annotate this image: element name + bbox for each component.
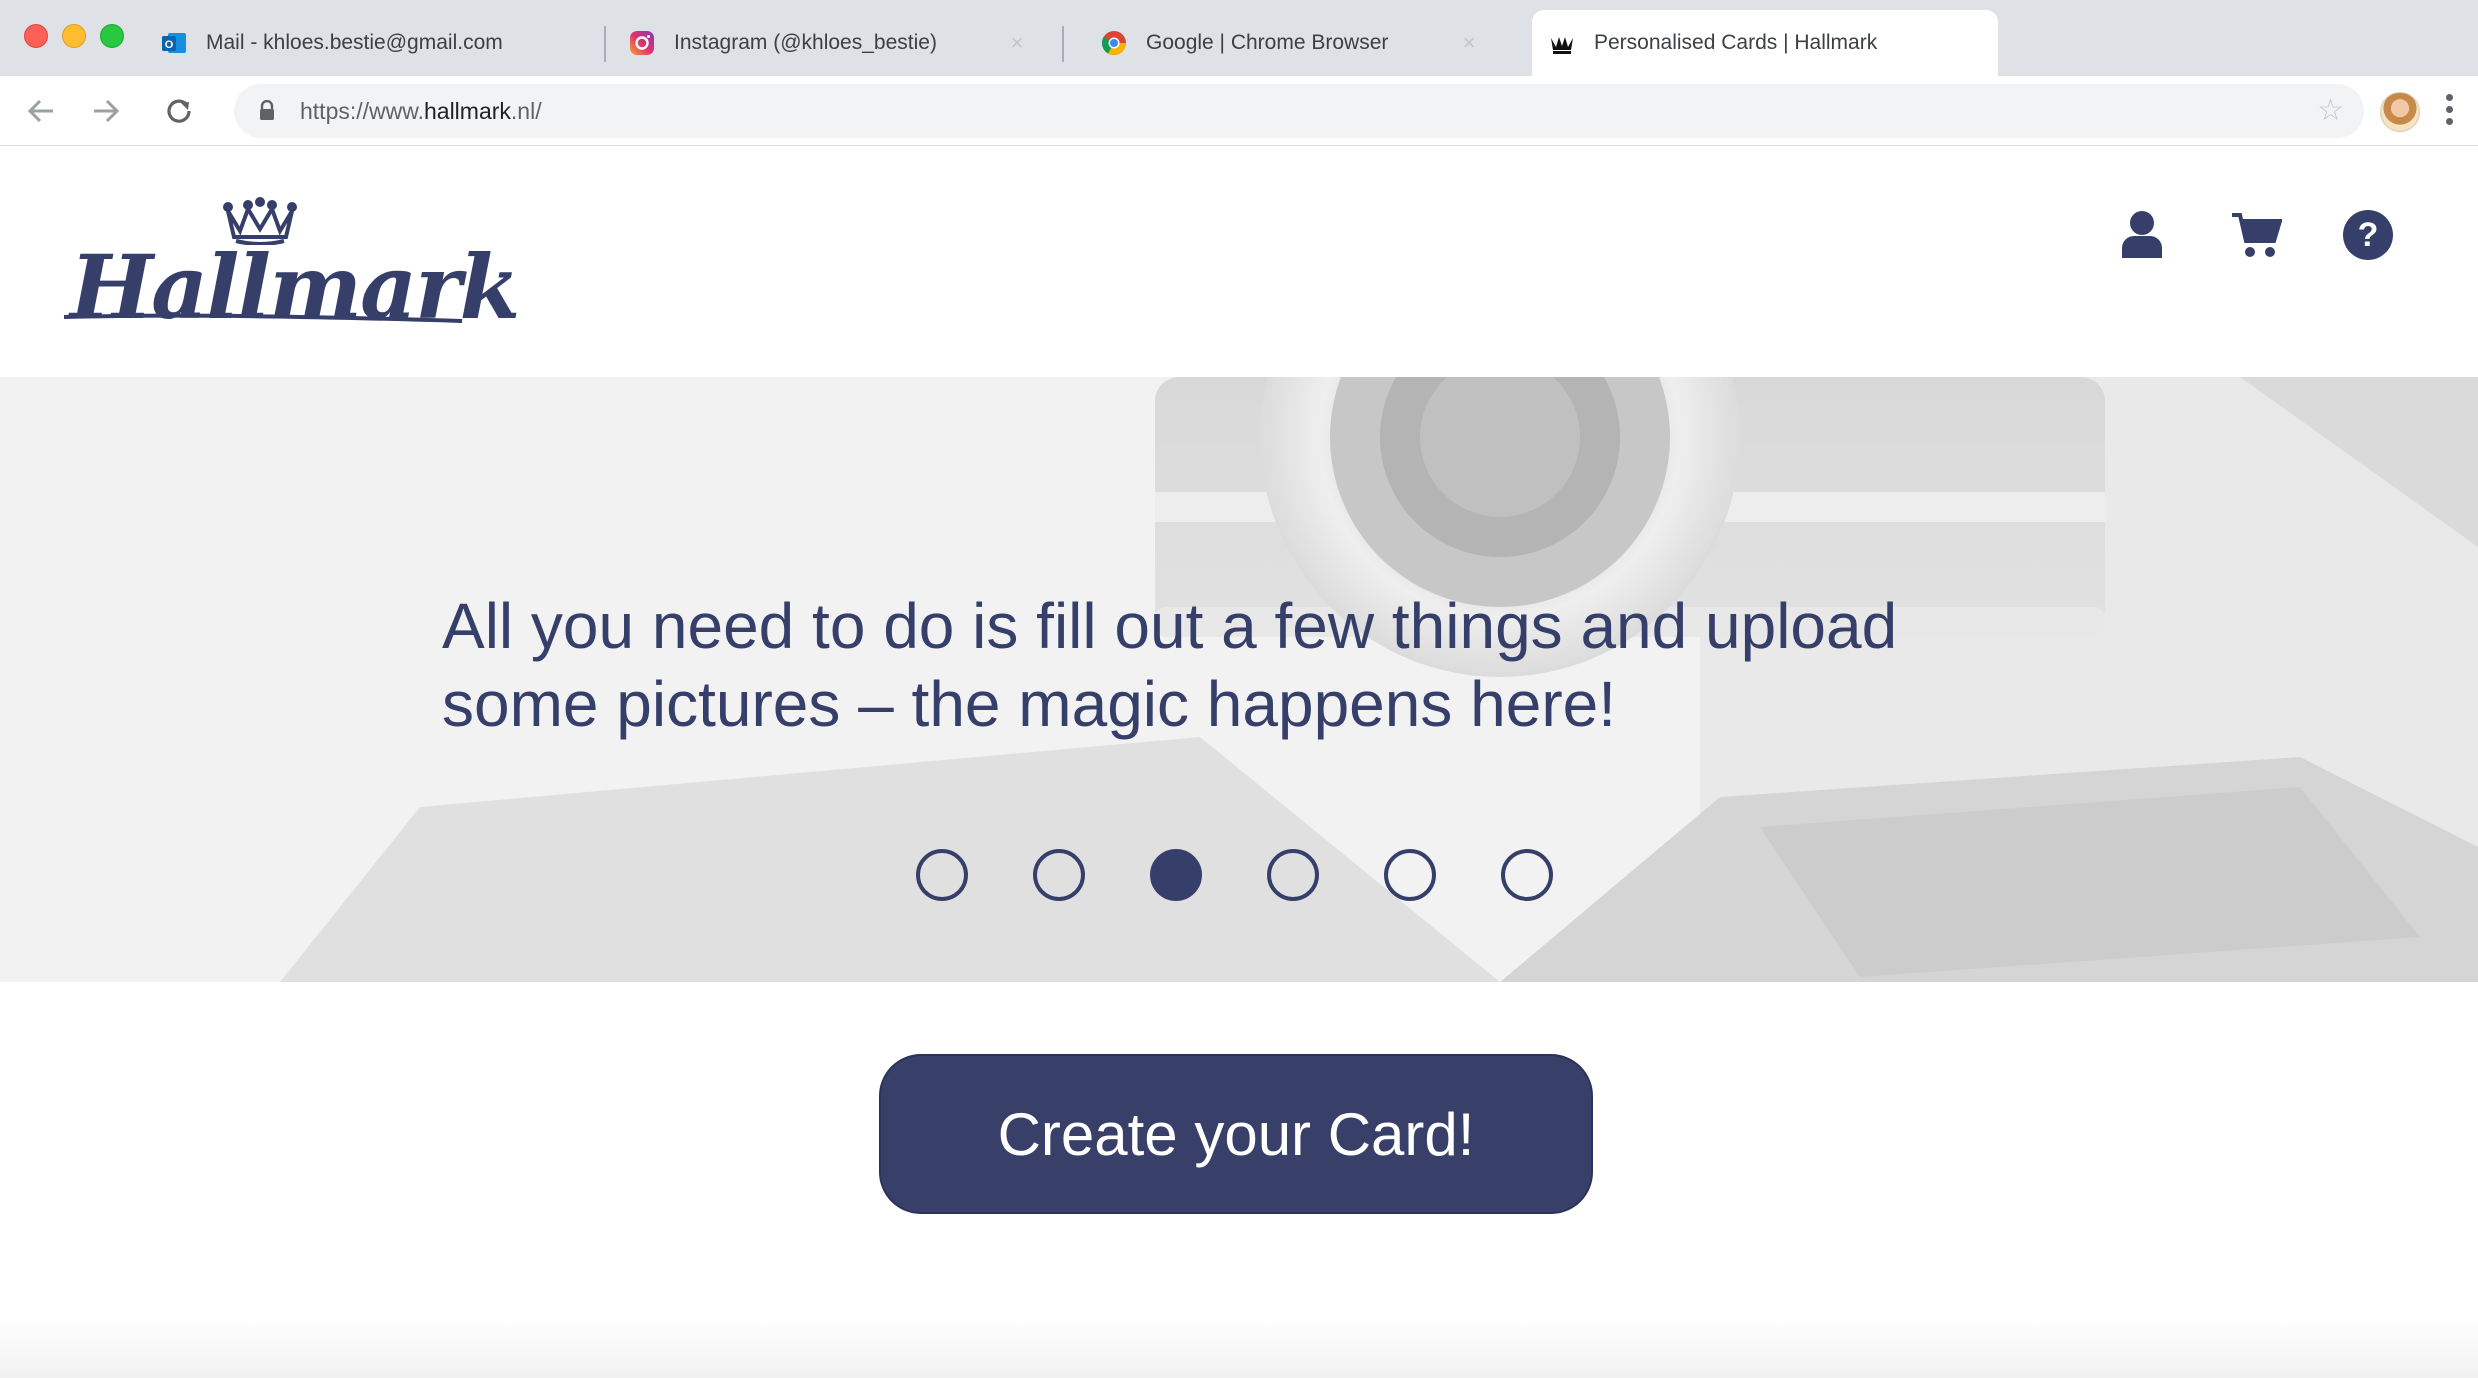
hallmark-logo[interactable]: Hallmark bbox=[60, 193, 520, 343]
carousel-dot-1[interactable] bbox=[916, 849, 968, 901]
site-header: Hallmark ? bbox=[0, 147, 2478, 377]
lock-icon bbox=[260, 100, 274, 120]
window-minimize-button[interactable] bbox=[62, 24, 86, 48]
account-icon bbox=[2122, 211, 2162, 258]
hero-headline: All you need to do is fill out a few thi… bbox=[442, 587, 2042, 743]
browser-tab-strip: O Mail - khloes.bestie@gmail.com Instagr… bbox=[0, 0, 2478, 76]
tab-title: Instagram (@khloes_bestie) bbox=[674, 31, 937, 54]
tab-separator bbox=[604, 26, 606, 62]
page-bottom-shadow bbox=[0, 1318, 2478, 1378]
profile-avatar[interactable] bbox=[2380, 92, 2420, 132]
carousel-dot-4[interactable] bbox=[1267, 849, 1319, 901]
outlook-icon: O bbox=[162, 33, 186, 53]
reload-icon bbox=[167, 99, 191, 123]
back-arrow-icon bbox=[27, 99, 53, 123]
url-text: https://www.hallmark.nl/ bbox=[300, 98, 542, 124]
cart-button[interactable] bbox=[2228, 207, 2284, 263]
account-button[interactable] bbox=[2114, 207, 2170, 263]
back-button[interactable] bbox=[20, 90, 62, 132]
svg-text:O: O bbox=[165, 39, 174, 51]
browser-menu-icon[interactable] bbox=[2444, 94, 2454, 130]
create-card-button[interactable]: Create your Card! bbox=[879, 1054, 1593, 1214]
address-bar[interactable]: https://www.hallmark.nl/ ☆ bbox=[234, 84, 2364, 138]
forward-arrow-icon bbox=[94, 99, 120, 123]
carousel-dot-2[interactable] bbox=[1033, 849, 1085, 901]
bookmark-star-icon[interactable]: ☆ bbox=[2317, 96, 2344, 126]
tab-instagram[interactable]: Instagram (@khloes_bestie) × bbox=[628, 10, 1048, 76]
carousel-dot-6[interactable] bbox=[1501, 849, 1553, 901]
carousel-pagination bbox=[916, 849, 1553, 903]
chrome-icon bbox=[1101, 31, 1126, 56]
logo-underline bbox=[63, 313, 463, 323]
hero-headline-line-2: some pictures – the magic happens here! bbox=[442, 668, 1616, 740]
forward-button[interactable] bbox=[85, 90, 127, 132]
window-close-button[interactable] bbox=[24, 24, 48, 48]
hero-headline-line-1: All you need to do is fill out a few thi… bbox=[442, 590, 1898, 662]
svg-text:?: ? bbox=[2358, 216, 2379, 254]
carousel-dot-3[interactable] bbox=[1150, 849, 1202, 901]
hallmark-crown-icon bbox=[1551, 37, 1573, 54]
help-icon: ? bbox=[2343, 210, 2393, 260]
tab-title: Google | Chrome Browser bbox=[1146, 31, 1389, 54]
carousel-dot-5[interactable] bbox=[1384, 849, 1436, 901]
hero-banner: All you need to do is fill out a few thi… bbox=[0, 377, 2478, 982]
tab-title: Personalised Cards | Hallmark bbox=[1594, 31, 1878, 54]
help-button[interactable]: ? bbox=[2340, 207, 2396, 263]
tab-title: Mail - khloes.bestie@gmail.com bbox=[206, 31, 503, 54]
tab-close-icon[interactable]: × bbox=[1008, 32, 1026, 54]
reload-button[interactable] bbox=[158, 90, 200, 132]
instagram-icon bbox=[630, 31, 654, 55]
cart-icon bbox=[2232, 213, 2282, 257]
tab-google-chrome[interactable]: Google | Chrome Browser × bbox=[1100, 10, 1500, 76]
tab-mail[interactable]: O Mail - khloes.bestie@gmail.com bbox=[160, 10, 600, 76]
window-zoom-button[interactable] bbox=[100, 24, 124, 48]
tab-close-icon[interactable]: × bbox=[1460, 32, 1478, 54]
browser-toolbar: https://www.hallmark.nl/ ☆ bbox=[0, 76, 2478, 146]
tab-separator bbox=[1062, 26, 1064, 62]
tab-hallmark[interactable]: Personalised Cards | Hallmark bbox=[1532, 10, 1998, 76]
